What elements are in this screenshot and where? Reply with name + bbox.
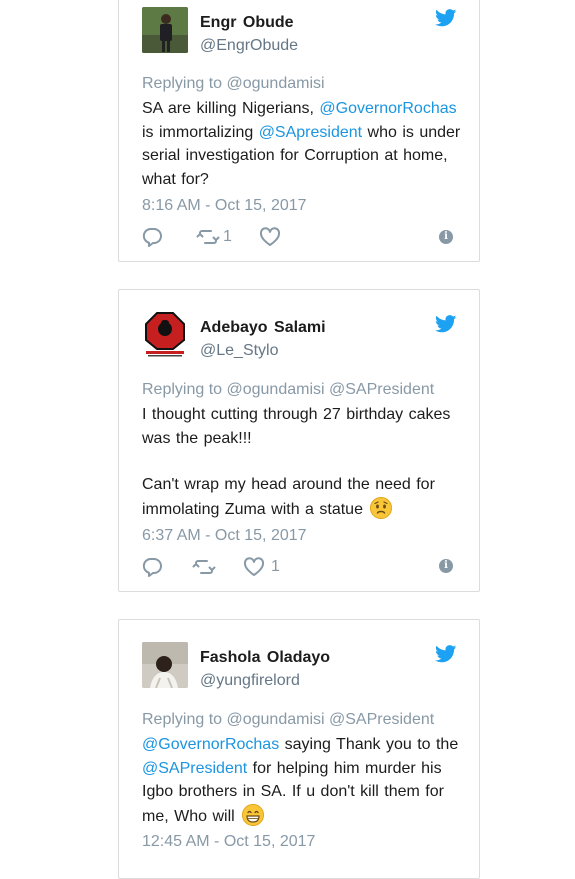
heart-icon xyxy=(243,557,265,576)
mention-link[interactable]: @SApresident xyxy=(259,124,362,141)
tweet-actions: 1 xyxy=(141,227,441,251)
mention-link[interactable]: @GovernorRochas xyxy=(142,736,279,753)
like-button[interactable] xyxy=(259,227,281,247)
heart-icon xyxy=(259,227,281,246)
avatar[interactable] xyxy=(142,312,188,358)
tweet-text-body: @GovernorRochas saying Thank you to the … xyxy=(142,736,458,825)
user-handle[interactable]: @Le_Stylo xyxy=(200,342,279,360)
avatar-image xyxy=(142,642,188,688)
info-icon[interactable]: i xyxy=(439,230,453,244)
twitter-bird-icon[interactable] xyxy=(435,315,457,333)
display-name[interactable]: Adebayo Salami xyxy=(200,319,326,337)
avatar[interactable] xyxy=(142,7,188,53)
twitter-bird-icon[interactable] xyxy=(435,9,457,27)
timestamp[interactable]: 6:37 AM - Oct 15, 2017 xyxy=(142,527,307,545)
retweet-count: 1 xyxy=(223,228,232,245)
twitter-bird-icon[interactable] xyxy=(435,645,457,663)
retweet-button[interactable]: 1 xyxy=(196,227,232,247)
timestamp[interactable]: 12:45 AM - Oct 15, 2017 xyxy=(142,833,315,851)
tweet-card[interactable]: Fashola Oladayo @yungfirelord Replying t… xyxy=(118,619,480,879)
grinning-face-icon xyxy=(242,803,265,826)
reply-icon xyxy=(142,228,162,247)
reply-icon xyxy=(142,558,162,577)
like-count: 1 xyxy=(271,558,280,575)
retweet-icon xyxy=(192,560,216,574)
worried-face-icon xyxy=(370,496,393,519)
tweet-actions: 1 xyxy=(141,557,441,581)
mention-link[interactable]: @GovernorRochas xyxy=(319,100,456,117)
display-name[interactable]: Engr Obude xyxy=(200,14,294,32)
user-handle[interactable]: @yungfirelord xyxy=(200,672,300,690)
tweet-card[interactable]: Adebayo Salami @Le_Stylo Replying to @og… xyxy=(118,289,480,592)
tweet-card[interactable]: Engr Obude @EngrObude Replying to @ogund… xyxy=(118,0,480,262)
avatar-image xyxy=(142,312,188,358)
tweet-text-segment: SA are killing Nigerians, xyxy=(142,100,320,117)
user-handle[interactable]: @EngrObude xyxy=(200,37,298,55)
avatar-image xyxy=(142,7,188,53)
info-icon[interactable]: i xyxy=(439,559,453,573)
avatar[interactable] xyxy=(142,642,188,688)
tweet-text-continued: Can't wrap my head around the need for i… xyxy=(142,473,462,521)
like-button[interactable]: 1 xyxy=(243,557,280,577)
replying-to: Replying to @ogundamisi @SAPresident xyxy=(142,711,435,728)
reply-button[interactable] xyxy=(141,227,163,247)
tweet-text-segment: saying Thank you to the xyxy=(279,736,459,753)
display-name[interactable]: Fashola Oladayo xyxy=(200,649,330,667)
tweet-text-segment: is immortalizing xyxy=(142,123,259,141)
retweet-button[interactable] xyxy=(192,557,216,577)
tweet-text: SA are killing Nigerians, @GovernorRocha… xyxy=(142,97,462,191)
timestamp[interactable]: 8:16 AM - Oct 15, 2017 xyxy=(142,197,307,215)
replying-to: Replying to @ogundamisi xyxy=(142,75,325,92)
tweet-text: I thought cutting through 27 birthday ca… xyxy=(142,406,451,447)
replying-to: Replying to @ogundamisi @SAPresident xyxy=(142,381,435,398)
reply-button[interactable] xyxy=(141,557,163,577)
retweet-icon xyxy=(196,230,220,244)
tweet-text: @GovernorRochas saying Thank you to the … xyxy=(142,733,462,828)
mention-link[interactable]: @SAPresident xyxy=(142,760,247,777)
